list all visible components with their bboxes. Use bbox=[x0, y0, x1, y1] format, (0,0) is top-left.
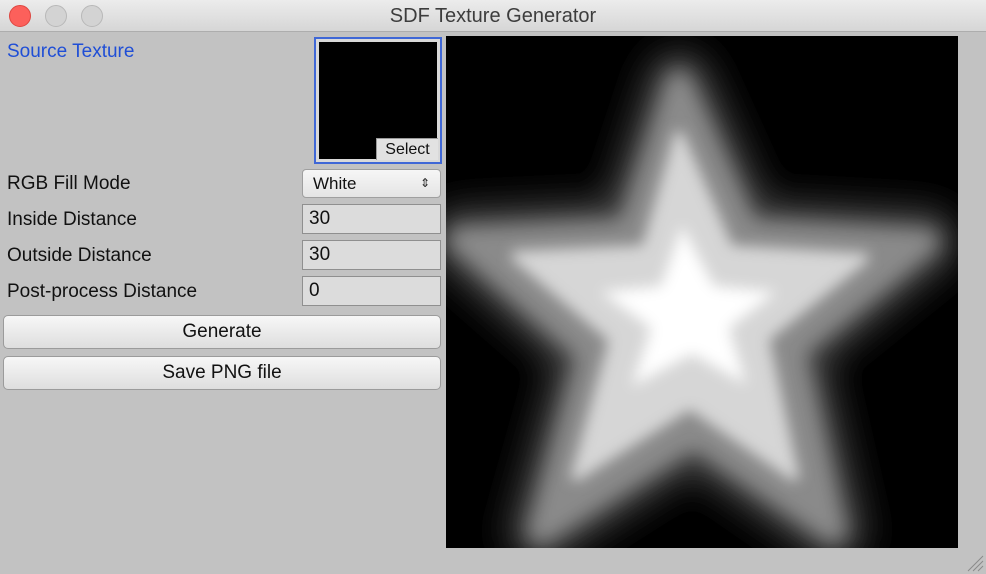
resize-grip-icon[interactable] bbox=[964, 552, 984, 572]
rgb-fill-mode-value: White bbox=[313, 174, 357, 193]
inside-distance-label: Inside Distance bbox=[7, 209, 137, 230]
outside-distance-field[interactable]: 30 bbox=[302, 240, 441, 270]
source-texture-label: Source Texture bbox=[7, 41, 135, 62]
title-bar: SDF Texture Generator bbox=[0, 0, 986, 32]
post-process-distance-field[interactable]: 0 bbox=[302, 276, 441, 306]
rgb-fill-mode-label: RGB Fill Mode bbox=[7, 173, 131, 194]
inside-distance-field[interactable]: 30 bbox=[302, 204, 441, 234]
select-button[interactable]: Select bbox=[376, 138, 438, 160]
sdf-star-image bbox=[446, 49, 958, 548]
source-texture-slot[interactable]: Select bbox=[314, 37, 442, 164]
updown-arrows-icon: ⇕ bbox=[419, 176, 430, 190]
outside-distance-label: Outside Distance bbox=[7, 245, 152, 266]
window-title: SDF Texture Generator bbox=[389, 5, 597, 27]
sdf-preview bbox=[446, 36, 958, 548]
save-png-button[interactable]: Save PNG file bbox=[3, 356, 441, 390]
rgb-fill-mode-dropdown[interactable]: White ⇕ bbox=[302, 169, 441, 198]
post-process-distance-label: Post-process Distance bbox=[7, 281, 198, 302]
texture-thumbnail: Select bbox=[319, 42, 438, 160]
generate-button[interactable]: Generate bbox=[3, 315, 441, 349]
